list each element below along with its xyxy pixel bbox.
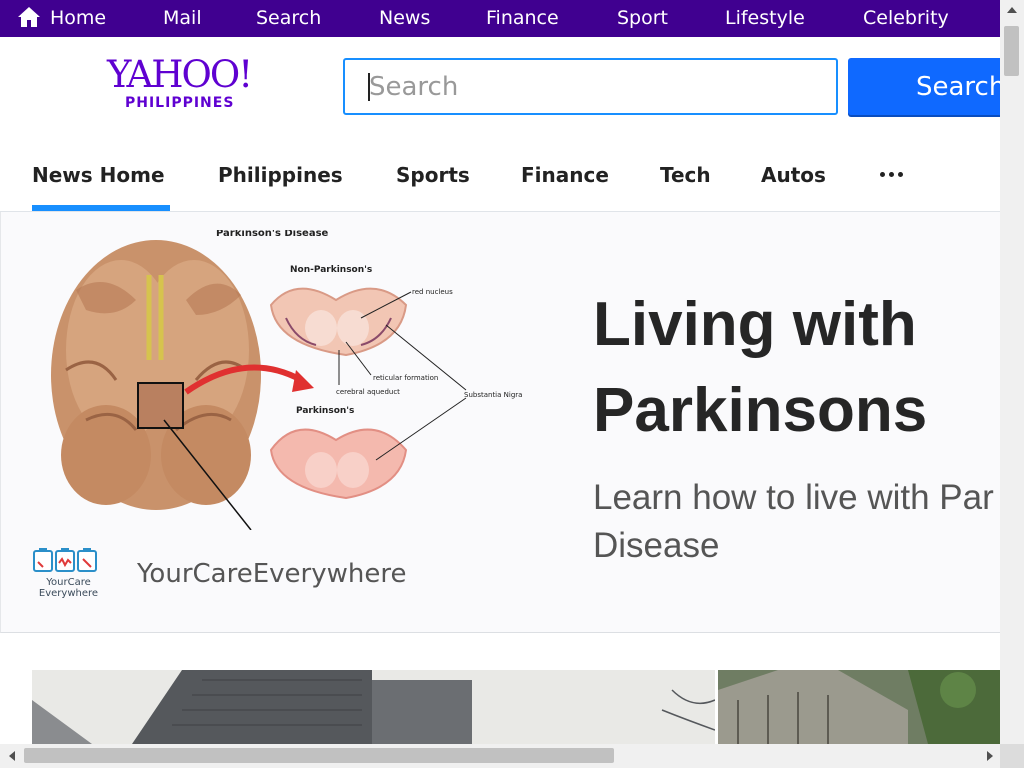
ad-headline-line2: Parkinsons <box>593 376 928 445</box>
yahoo-logo[interactable]: YAHOO! PHILIPPINES <box>107 53 253 116</box>
scroll-left-icon[interactable] <box>2 744 22 768</box>
vertical-scroll-thumb[interactable] <box>1004 26 1019 76</box>
scrollbar-corner <box>1000 744 1024 768</box>
tab-philippines[interactable]: Philippines <box>218 162 343 212</box>
horizontal-scrollbar[interactable] <box>0 744 1000 768</box>
story-thumbnail-buildings[interactable] <box>32 670 715 744</box>
clipboard-icons <box>33 548 97 572</box>
logo-region: PHILIPPINES <box>125 95 235 111</box>
top-nav-news[interactable]: News <box>379 0 430 37</box>
logo-caption-line1: YourCare <box>46 577 91 588</box>
ad-headline-line1: Living with <box>593 290 917 359</box>
home-icon[interactable] <box>17 6 41 28</box>
top-nav-sport[interactable]: Sport <box>617 0 668 37</box>
tab-tech[interactable]: Tech <box>660 162 711 212</box>
tab-sports[interactable]: Sports <box>396 162 470 212</box>
top-nav-lifestyle[interactable]: Lifestyle <box>725 0 805 37</box>
tab-autos[interactable]: Autos <box>761 162 826 212</box>
top-nav-bar: Home Mail Search News Finance Sport Life… <box>0 0 1000 37</box>
top-nav-search[interactable]: Search <box>256 0 321 37</box>
ad-description-line1: Learn how to live with Par <box>593 478 994 517</box>
scroll-up-icon[interactable] <box>1000 0 1024 20</box>
search-input[interactable] <box>343 58 838 115</box>
top-nav-celebrity[interactable]: Celebrity <box>863 0 949 37</box>
buildings-image <box>32 670 715 744</box>
svg-text:red nucleus: red nucleus <box>412 288 453 296</box>
logo-wordmark: YAHOO! <box>107 53 253 96</box>
top-nav-mail[interactable]: Mail <box>163 0 202 37</box>
svg-text:cerebral aqueduct: cerebral aqueduct <box>336 388 400 396</box>
svg-text:Parkinson's: Parkinson's <box>296 406 354 416</box>
top-nav-finance[interactable]: Finance <box>486 0 559 37</box>
search-button[interactable]: Search <box>848 58 1018 115</box>
svg-text:Non-Parkinson's: Non-Parkinson's <box>290 265 372 275</box>
logo-caption-line2: Everywhere <box>38 588 99 599</box>
svg-text:reticular formation: reticular formation <box>373 374 438 382</box>
vertical-scrollbar[interactable] <box>1000 0 1024 744</box>
ad-description: Learn how to live with Par Disease <box>593 474 1000 570</box>
story-thumbnail-house[interactable] <box>718 670 1000 744</box>
sponsored-ad-card[interactable]: Parkinson's Disease Non-Parkinson's Park… <box>0 212 1000 633</box>
ad-headline[interactable]: Living with Parkinsons <box>593 282 1000 454</box>
brain-image <box>51 240 261 530</box>
more-dots-icon[interactable] <box>880 172 906 180</box>
brain-illustration: Parkinson's Disease Non-Parkinson's Park… <box>51 230 522 530</box>
svg-text:Substantia Nigra: Substantia Nigra <box>464 391 522 399</box>
house-image <box>718 670 1000 744</box>
tab-finance[interactable]: Finance <box>521 162 609 212</box>
scroll-right-icon[interactable] <box>980 744 1000 768</box>
horizontal-scroll-thumb[interactable] <box>24 748 614 763</box>
advertiser-name[interactable]: YourCareEverywhere <box>137 559 406 589</box>
top-nav-home[interactable]: Home <box>50 0 106 37</box>
ad-description-line2: Disease <box>593 526 720 565</box>
advertiser-logo: YourCare Everywhere <box>31 547 111 602</box>
svg-text:Parkinson's Disease: Parkinson's Disease <box>216 230 329 239</box>
text-caret <box>368 73 370 101</box>
